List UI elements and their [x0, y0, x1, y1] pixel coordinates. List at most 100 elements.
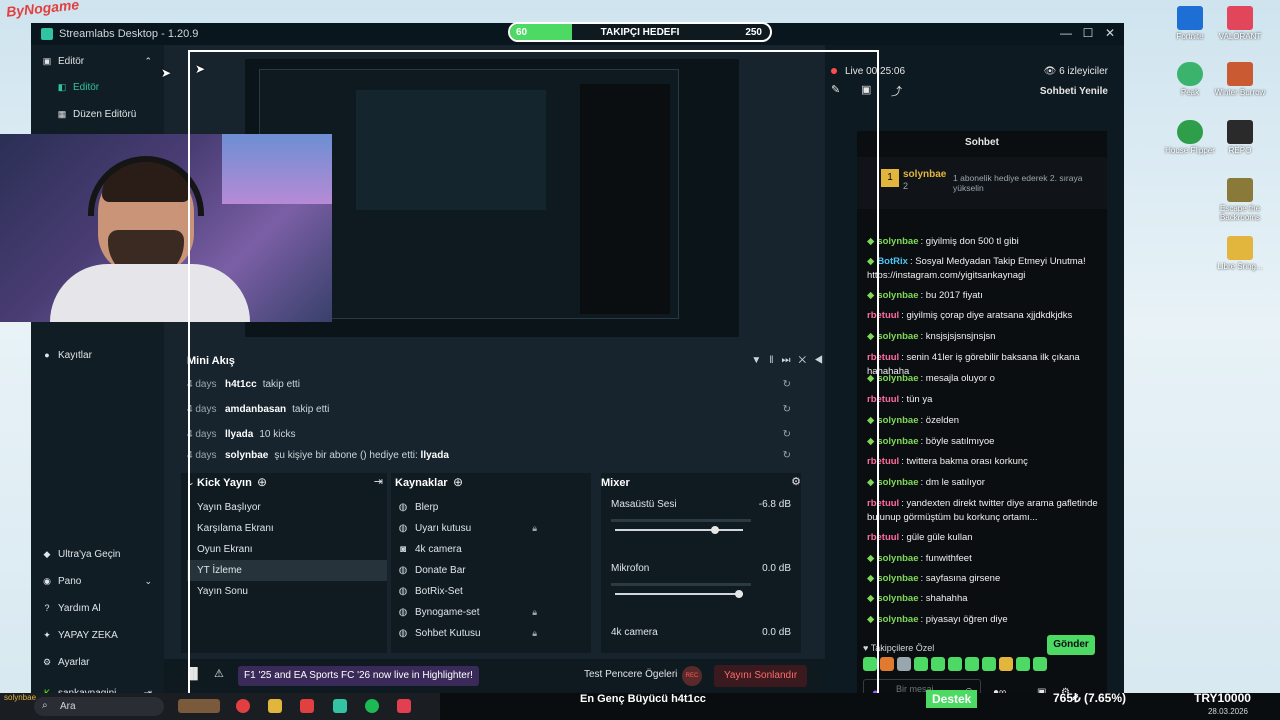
lock-icon[interactable]: 🔒︎ — [532, 523, 537, 534]
sidebar-item-help[interactable]: ? Yardım Al — [31, 596, 164, 620]
sidebar-section-editor[interactable]: ▣ Editör ⌃ — [31, 49, 164, 73]
chat-username[interactable]: solynbae — [877, 236, 918, 247]
chat-username[interactable]: solynbae — [877, 373, 918, 384]
minimize-icon[interactable]: — — [1054, 23, 1078, 45]
scene-item-selected[interactable]: YT İzleme — [187, 560, 387, 581]
send-button[interactable]: Gönder — [1047, 635, 1095, 655]
chat-username[interactable]: rbetuul — [867, 352, 899, 363]
test-widgets-button[interactable]: Test Pencere Ögeleri — [584, 669, 677, 680]
sidebar-item-ai[interactable]: ✦ YAPAY ZEKA — [31, 623, 164, 647]
chat-username[interactable]: solynbae — [877, 331, 918, 342]
desktop-icon-winter-burrow[interactable]: Winter Burrow — [1210, 62, 1270, 97]
chat-username[interactable]: rbetuul — [867, 532, 899, 543]
add-source-icon[interactable]: ⊕ — [453, 475, 463, 489]
chat-username[interactable]: rbetuul — [867, 456, 899, 467]
spotify-icon[interactable] — [365, 699, 379, 713]
sidebar-item-settings[interactable]: ⚙ Ayarlar — [31, 650, 164, 674]
chat-username[interactable]: solynbae — [877, 415, 918, 426]
volume-slider-knob[interactable] — [711, 526, 719, 534]
volume-slider[interactable] — [615, 590, 743, 598]
desktop-icon-repo[interactable]: REPO — [1210, 120, 1270, 155]
skip-icon[interactable]: ⏭ — [781, 355, 798, 366]
mini-feed-controls[interactable]: ▼‖⏭✕◀ — [751, 355, 831, 366]
source-item[interactable]: ◍ BotRix-Set — [397, 581, 577, 602]
mute-alerts-icon[interactable]: ✕ — [798, 355, 814, 366]
desktop-icon-libre[interactable]: Libre Sring... — [1210, 236, 1270, 271]
chevron-down-icon[interactable]: ⌄ — [144, 576, 152, 587]
emote-icon[interactable] — [1033, 657, 1047, 671]
emote-icon[interactable] — [948, 657, 962, 671]
app-icon[interactable] — [300, 699, 314, 713]
refresh-chat-button[interactable]: Sohbeti Yenile — [1040, 86, 1108, 97]
emote-icon[interactable] — [999, 657, 1013, 671]
add-scene-icon[interactable]: ⊕ — [257, 475, 267, 489]
emote-icon[interactable] — [880, 657, 894, 671]
chat-username[interactable]: solynbae — [877, 477, 918, 488]
source-item[interactable]: ◙ 4k camera — [397, 539, 577, 560]
source-item[interactable]: ◍ Bynogame-set 🔒︎ — [397, 602, 577, 623]
chrome-icon[interactable] — [236, 699, 250, 713]
alert-icon[interactable]: ⚠ — [214, 667, 224, 680]
pause-icon[interactable]: ‖ — [769, 355, 781, 366]
emote-icon[interactable] — [965, 657, 979, 671]
replay-icon[interactable]: ↻ — [783, 450, 791, 461]
volume-slider[interactable] — [615, 526, 743, 534]
taskbar-weather-icon[interactable] — [178, 699, 220, 713]
replay-icon[interactable]: ↻ — [783, 429, 791, 440]
close-icon[interactable]: ✕ — [1098, 23, 1122, 45]
sidebar-item-ultra[interactable]: ◆ Ultra'ya Geçin — [31, 542, 164, 566]
highlighter-banner[interactable]: F1 '25 and EA Sports FC '26 now live in … — [238, 666, 479, 686]
source-item[interactable]: ◍ Uyarı kutusu 🔒︎ — [397, 518, 577, 539]
lock-icon[interactable]: 🔒︎ — [532, 607, 537, 618]
chat-username[interactable]: solynbae — [877, 290, 918, 301]
rec-button[interactable]: REC — [682, 666, 702, 686]
collapse-icon[interactable]: ⇥ — [374, 475, 383, 488]
sidebar-item-dashboard[interactable]: ◉ Pano ⌄ — [31, 569, 164, 593]
sidebar-item-editor[interactable]: ◧ Editör — [31, 75, 164, 99]
sidebar-item-layout-editor[interactable]: ▦ Düzen Editörü — [31, 102, 164, 126]
chat-username[interactable]: solynbae — [877, 593, 918, 604]
chat-username[interactable]: rbetuul — [867, 498, 899, 509]
file-explorer-icon[interactable] — [268, 699, 282, 713]
end-stream-button[interactable]: Yayını Sonlandır — [714, 665, 808, 687]
scene-item[interactable]: Oyun Ekranı — [187, 539, 387, 560]
chat-username[interactable]: solynbae — [877, 553, 918, 564]
emote-icon[interactable] — [982, 657, 996, 671]
source-item[interactable]: ◍ Blerp — [397, 497, 577, 518]
dashboard-icon[interactable]: ▣ — [861, 83, 871, 96]
desktop-icon-valorant[interactable]: VALORANT — [1210, 6, 1270, 41]
sidebar-item-recordings[interactable]: ● Kayıtlar — [31, 343, 164, 367]
chevron-up-icon[interactable]: ⌃ — [144, 56, 152, 67]
scene-item[interactable]: Yayın Sonu — [187, 581, 387, 602]
edit-icon[interactable]: ✎ — [831, 83, 840, 96]
chat-username[interactable]: solynbae — [877, 614, 918, 625]
app-icon[interactable] — [397, 699, 411, 713]
chat-username[interactable]: solynbae — [877, 436, 918, 447]
emote-icon[interactable] — [863, 657, 877, 671]
desktop-icon-escape-backrooms[interactable]: Escape the Backrooms — [1210, 178, 1270, 222]
chat-username[interactable]: solynbae — [877, 573, 918, 584]
share-icon[interactable]: ⤴ — [891, 83, 902, 99]
scene-item[interactable]: Karşılama Ekranı — [187, 518, 387, 539]
lock-icon[interactable]: 🔒︎ — [532, 628, 537, 639]
filter-icon[interactable]: ▼ — [751, 355, 769, 366]
maximize-icon[interactable]: ☐ — [1076, 23, 1100, 45]
volume-slider-knob[interactable] — [735, 590, 743, 598]
replay-icon[interactable]: ↻ — [783, 404, 791, 415]
chat-username[interactable]: BotRix — [877, 256, 908, 267]
source-item[interactable]: ◍ Sohbet Kutusu 🔒︎ — [397, 623, 577, 644]
emote-icon[interactable] — [897, 657, 911, 671]
taskbar-search[interactable]: ⌕ Ara — [34, 697, 164, 716]
mixer-settings-icon[interactable]: ⚙ — [791, 475, 801, 488]
scene-item[interactable]: Yayın Başlıyor — [187, 497, 387, 518]
chat-username[interactable]: rbetuul — [867, 310, 899, 321]
emote-icon[interactable] — [931, 657, 945, 671]
chevron-down-icon[interactable]: ⌄ — [187, 477, 195, 488]
chat-username[interactable]: rbetuul — [867, 394, 899, 405]
replay-icon[interactable]: ↻ — [783, 379, 791, 390]
emote-icon[interactable] — [914, 657, 928, 671]
emote-icon[interactable] — [1016, 657, 1030, 671]
stats-icon[interactable]: ▐▌ — [186, 668, 202, 680]
source-item[interactable]: ◍ Donate Bar — [397, 560, 577, 581]
streamlabs-taskbar-icon[interactable] — [333, 699, 347, 713]
